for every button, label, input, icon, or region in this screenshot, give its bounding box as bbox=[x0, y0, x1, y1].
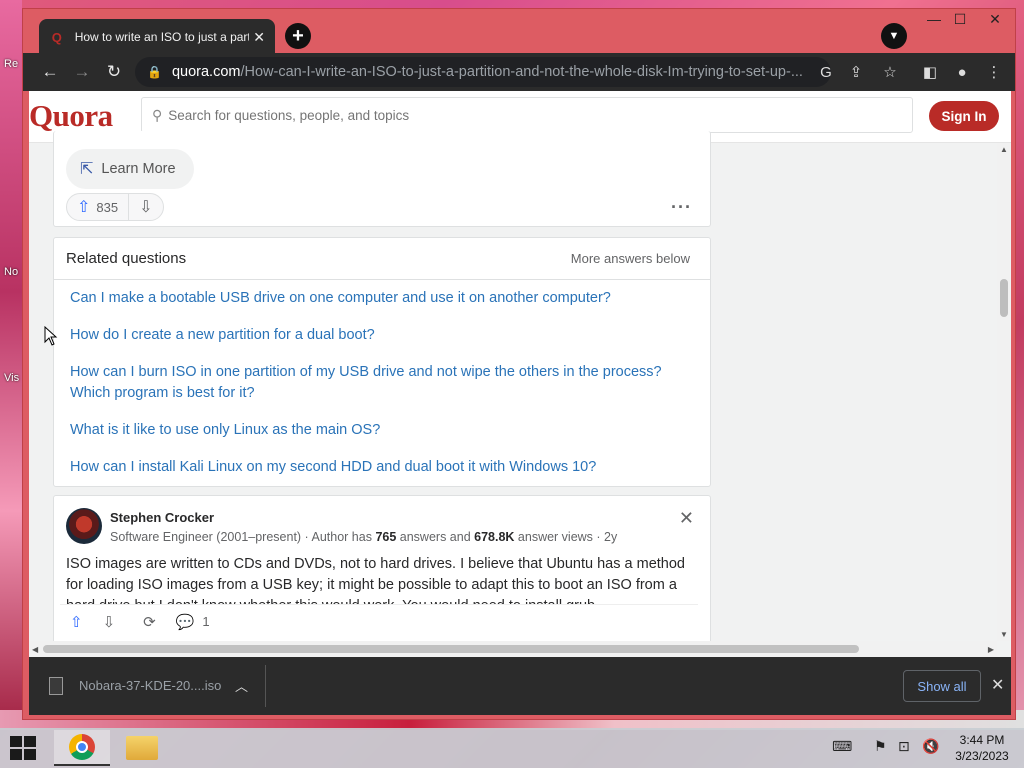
tab-search-chevron-icon[interactable]: ▼ bbox=[881, 23, 907, 49]
comment-count: 1 bbox=[202, 614, 210, 629]
vertical-scroll-thumb[interactable] bbox=[1000, 279, 1008, 317]
clock-date: 3/23/2023 bbox=[955, 749, 1009, 763]
horizontal-scrollbar[interactable]: ◀ ▶ bbox=[29, 641, 997, 657]
desktop-icon-label[interactable]: No bbox=[4, 266, 18, 278]
scroll-down-arrow-icon[interactable]: ▼ bbox=[1000, 630, 1008, 639]
back-arrow-icon[interactable]: ← bbox=[39, 61, 61, 83]
downvote-icon[interactable]: ⇩ bbox=[103, 613, 116, 631]
upvote-count: 835 bbox=[96, 199, 119, 215]
menu-kebab-icon[interactable]: ⋮ bbox=[983, 61, 1005, 83]
dismiss-close-icon[interactable]: ✕ bbox=[679, 508, 694, 529]
avatar[interactable] bbox=[66, 508, 102, 544]
search-input[interactable] bbox=[168, 107, 869, 123]
related-questions-header: Related questions More answers below bbox=[54, 238, 710, 280]
sign-in-button[interactable]: Sign In bbox=[929, 101, 999, 131]
file-explorer-icon[interactable] bbox=[126, 736, 158, 760]
scroll-left-arrow-icon[interactable]: ◀ bbox=[32, 645, 38, 654]
tab-strip: Q How to write an ISO to just a partitio… bbox=[23, 9, 1015, 55]
file-icon bbox=[49, 677, 63, 695]
profile-avatar-icon[interactable]: ● bbox=[951, 61, 973, 83]
answer-card: Stephen Crocker Software Engineer (2001–… bbox=[53, 495, 711, 655]
download-bar-close-icon[interactable]: ✕ bbox=[991, 675, 1004, 695]
downvote-button[interactable]: ⇩ bbox=[129, 197, 162, 217]
desktop-icon-label[interactable]: Re bbox=[4, 58, 18, 70]
answer-body: ISO images are written to CDs and DVDs, … bbox=[66, 556, 685, 606]
credential-prefix: Software Engineer (2001–present) · Autho… bbox=[110, 530, 376, 544]
network-icon[interactable]: ⊡ bbox=[898, 738, 910, 755]
divider bbox=[265, 665, 266, 707]
browser-tab-active[interactable]: Q How to write an ISO to just a partitio… bbox=[39, 19, 275, 55]
external-link-icon: ⇱ bbox=[80, 161, 94, 178]
google-lens-icon[interactable]: G bbox=[815, 61, 837, 83]
credential-suffix: answer views · 2y bbox=[514, 530, 618, 544]
related-question-link[interactable]: How do I create a new partition for a du… bbox=[54, 325, 710, 346]
upvote-button[interactable]: ⇧ 835 bbox=[67, 194, 130, 220]
address-bar[interactable]: 🔒 quora.com/How-can-I-write-an-ISO-to-ju… bbox=[135, 57, 831, 87]
url-domain: quora.com bbox=[171, 64, 241, 80]
taskbar-chrome-button[interactable] bbox=[54, 730, 110, 766]
answer-actions: ⇧ ⇩ ⟳ 💬 1 bbox=[60, 604, 698, 638]
related-question-link[interactable]: How can I burn ISO in one partition of m… bbox=[54, 362, 710, 404]
scroll-right-arrow-icon[interactable]: ▶ bbox=[988, 645, 994, 654]
desktop-wallpaper-edge bbox=[0, 0, 22, 730]
bookmark-star-icon[interactable]: ☆ bbox=[879, 61, 901, 83]
upvote-icon[interactable]: ⇧ bbox=[70, 613, 83, 631]
comment-button[interactable]: 💬 1 bbox=[176, 613, 210, 631]
previous-card: ⇱ Learn More ⇧ 835 ⇩ ··· bbox=[53, 131, 711, 227]
credential-middle: answers and bbox=[396, 530, 475, 544]
volume-muted-icon[interactable]: 🔇 bbox=[922, 738, 939, 755]
quora-logo[interactable]: Quora bbox=[29, 98, 113, 134]
page-viewport: Quora ⚲ Sign In ⇱ Learn More ⇧835 ⇩ ··· … bbox=[29, 91, 1011, 657]
maximize-button[interactable]: ☐ bbox=[943, 11, 977, 28]
author-name[interactable]: Stephen Crocker bbox=[110, 510, 214, 525]
side-panel-icon[interactable]: ◧ bbox=[919, 61, 941, 83]
taskbar-clock[interactable]: 3:44 PM 3/23/2023 bbox=[952, 732, 1012, 764]
learn-more-label: Learn More bbox=[101, 161, 176, 177]
share-reload-icon[interactable]: ⟳ bbox=[143, 613, 156, 631]
url-text[interactable]: quora.com/How-can-I-write-an-ISO-to-just… bbox=[172, 64, 812, 80]
more-options-icon[interactable]: ··· bbox=[671, 197, 692, 218]
browser-toolbar: ← → ↻ 🔒 quora.com/How-can-I-write-an-ISO… bbox=[23, 53, 1015, 91]
vote-control: ⇧ 835 ⇩ bbox=[66, 193, 164, 221]
answer-views-count: 678.8K bbox=[474, 530, 515, 544]
quora-favicon-icon: Q bbox=[51, 29, 62, 45]
answers-count: 765 bbox=[375, 530, 397, 544]
lock-icon[interactable]: 🔒 bbox=[147, 65, 162, 79]
window-close-button[interactable]: ✕ bbox=[978, 11, 1012, 28]
tab-close-icon[interactable]: ✕ bbox=[253, 29, 265, 46]
author-credential: Software Engineer (2001–present) · Autho… bbox=[110, 530, 617, 544]
clock-time: 3:44 PM bbox=[959, 733, 1005, 747]
chrome-icon bbox=[69, 734, 95, 760]
forward-arrow-icon[interactable]: → bbox=[71, 61, 93, 83]
scroll-up-arrow-icon[interactable]: ▲ bbox=[1000, 145, 1008, 154]
flag-icon[interactable]: ⚑ bbox=[874, 738, 887, 755]
more-answers-below-label: More answers below bbox=[570, 251, 690, 266]
taskbar: ⌨ ⚑ ⊡ 🔇 3:44 PM 3/23/2023 bbox=[0, 728, 1024, 768]
download-bar: Nobara-37-KDE-20....iso ︿ Show all ✕ bbox=[29, 657, 1011, 715]
chevron-up-icon[interactable]: ︿ bbox=[235, 676, 248, 695]
related-question-link[interactable]: Can I make a bootable USB drive on one c… bbox=[54, 288, 710, 309]
horizontal-scroll-thumb[interactable] bbox=[43, 645, 859, 653]
search-icon: ⚲ bbox=[152, 106, 163, 123]
download-file-name[interactable]: Nobara-37-KDE-20....iso bbox=[79, 678, 221, 693]
reload-icon[interactable]: ↻ bbox=[103, 61, 125, 83]
windows-start-icon[interactable] bbox=[10, 736, 38, 760]
tab-title: How to write an ISO to just a partition … bbox=[74, 30, 250, 44]
search-box[interactable]: ⚲ bbox=[141, 97, 913, 133]
show-all-button[interactable]: Show all bbox=[903, 670, 981, 702]
new-tab-button[interactable]: + bbox=[285, 23, 311, 49]
mouse-cursor-icon bbox=[44, 326, 58, 346]
comment-icon: 💬 bbox=[175, 613, 195, 631]
vertical-scrollbar[interactable]: ▲ ▼ bbox=[997, 143, 1011, 641]
related-questions-card: Related questions More answers below Can… bbox=[53, 237, 711, 487]
browser-window: Q How to write an ISO to just a partitio… bbox=[22, 8, 1016, 720]
keyboard-icon[interactable]: ⌨ bbox=[832, 738, 852, 755]
url-path: /How-can-I-write-an-ISO-to-just-a-partit… bbox=[240, 64, 803, 80]
related-question-link[interactable]: What is it like to use only Linux as the… bbox=[54, 420, 710, 441]
related-question-link[interactable]: How can I install Kali Linux on my secon… bbox=[54, 457, 710, 478]
related-questions-title: Related questions bbox=[66, 250, 187, 267]
desktop-icon-label[interactable]: Vis bbox=[4, 372, 19, 384]
learn-more-button[interactable]: ⇱ Learn More bbox=[66, 149, 194, 189]
share-icon[interactable]: ⇪ bbox=[845, 61, 867, 83]
